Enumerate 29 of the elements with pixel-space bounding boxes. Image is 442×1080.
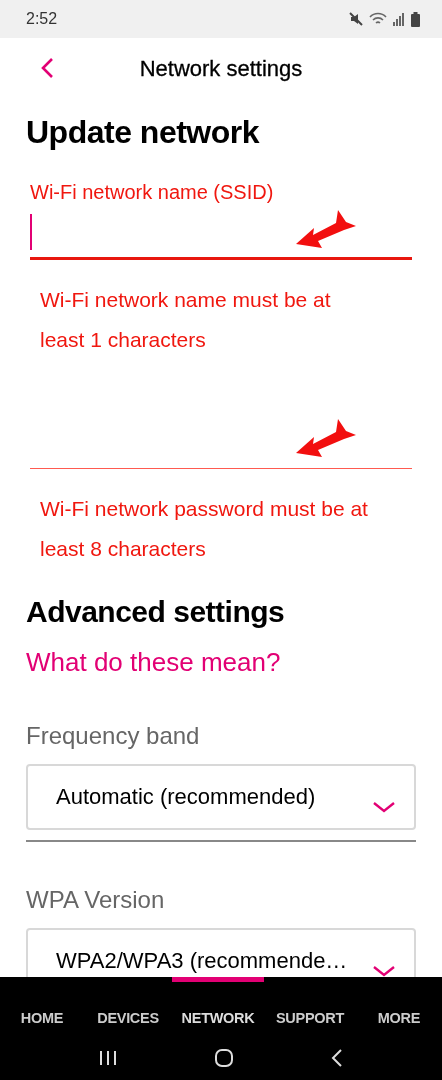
- error-message: Wi-Fi network password must be at least 8 characters: [40, 496, 369, 562]
- help-link[interactable]: What do these mean?: [26, 647, 281, 678]
- text-cursor: [30, 214, 32, 250]
- back-icon: [331, 1048, 344, 1067]
- battery-icon: [411, 11, 420, 27]
- signal-icon: [393, 12, 405, 26]
- back-icon: [40, 57, 54, 79]
- dropdown[interactable]: WPA2/WPA3 (recommende…: [26, 928, 416, 977]
- recent-apps-icon: [98, 1049, 117, 1066]
- dropdown-label: Frequency band: [26, 722, 200, 750]
- dropdown[interactable]: Automatic (recommended): [26, 764, 416, 830]
- page-title: Network settings: [139, 56, 303, 82]
- nav-tab[interactable]: MORE: [356, 977, 442, 1035]
- nav-tab[interactable]: SUPPORT: [264, 977, 356, 1035]
- chevron-icon: [372, 800, 396, 814]
- home-icon: [214, 1047, 234, 1068]
- arrow-icon: [296, 208, 358, 250]
- status-time: 2:52: [26, 10, 58, 28]
- section-heading: Advanced settings: [26, 595, 286, 629]
- field-label: Wi-Fi network name (SSID): [30, 181, 274, 204]
- section-heading: Update network: [26, 114, 261, 151]
- arrow-icon: [296, 417, 358, 459]
- dropdown-label: WPA Version: [26, 886, 165, 914]
- error-message: Wi-Fi network name must be at least 1 characters: [40, 287, 332, 353]
- mute-icon: [349, 12, 363, 26]
- chevron-icon: [372, 964, 396, 977]
- wifi-icon: [369, 12, 387, 26]
- nav-tab[interactable]: DEVICES: [84, 977, 172, 1035]
- nav-tab[interactable]: HOME: [0, 977, 84, 1035]
